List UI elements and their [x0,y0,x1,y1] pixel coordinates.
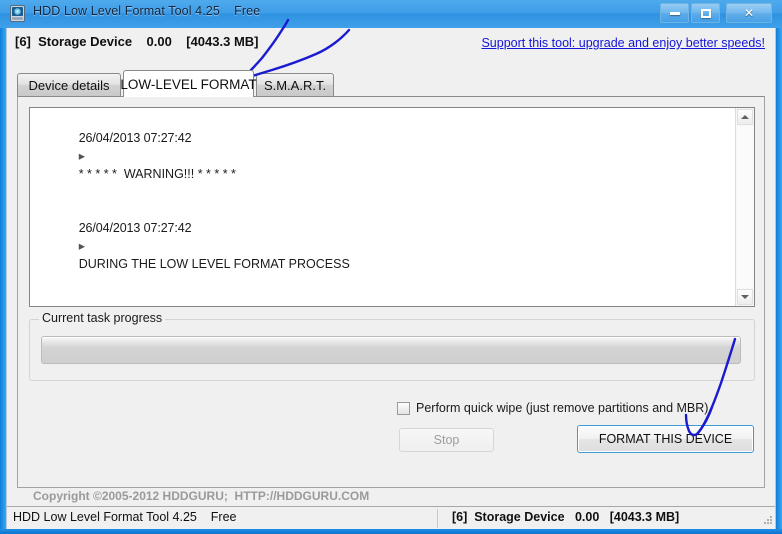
close-button[interactable]: ✕ [726,3,772,23]
device-info-header: [6] Storage Device 0.00 [4043.3 MB] [15,34,259,49]
status-bar-device-info: [6] Storage Device 0.00 [4043.3 MB] [452,510,680,524]
stop-button-label: Stop [433,433,460,447]
scrollbar-track[interactable] [737,126,753,288]
resize-grip-icon[interactable] [760,513,774,527]
format-this-device-label: FORMAT THIS DEVICE [598,432,733,446]
close-icon: ✕ [743,6,755,20]
tab-smart[interactable]: S.M.A.R.T. [256,73,334,96]
tab-device-details[interactable]: Device details [17,73,121,96]
tab-strip: Device details LOW-LEVEL FORMAT S.M.A.R.… [17,70,769,97]
log-listbox[interactable]: 26/04/2013 07:27:42 ▸ * * * * * WARNING!… [29,107,755,307]
log-timestamp: 26/04/2013 07:27:42 [78,131,192,145]
log-message: * * * * * WARNING!!! * * * * * [78,167,236,181]
quick-wipe-checkbox[interactable] [397,401,410,415]
quick-wipe-option[interactable]: Perform quick wipe (just remove partitio… [397,399,708,417]
log-lines: 26/04/2013 07:27:42 ▸ * * * * * WARNING!… [30,111,736,306]
format-this-device-button[interactable]: FORMAT THIS DEVICE [577,425,754,453]
quick-wipe-label: Perform quick wipe (just remove partitio… [416,401,709,415]
minimize-button[interactable] [660,3,689,23]
log-separator-icon: ▸ [78,149,85,163]
client-area: [6] Storage Device 0.00 [4043.3 MB] Supp… [6,28,776,529]
title-bar[interactable]: HDD Low Level Format Tool 4.25 Free ✕ [0,0,782,28]
tab-device-details-label: Device details [28,77,110,93]
progress-bar [41,336,741,364]
log-timestamp: 26/04/2013 07:27:42 [78,221,192,235]
tab-smart-label: S.M.A.R.T. [263,77,327,93]
maximize-icon [692,4,719,22]
tab-low-level-format-label: LOW-LEVEL FORMAT [120,76,257,92]
scroll-up-arrow-icon [741,115,749,119]
log-row: 26/04/2013 07:27:42 ▸ * * * * * WARNING!… [30,111,736,201]
status-bar-divider [437,509,438,528]
copyright-text: Copyright ©2005-2012 HDDGURU; HTTP://HDD… [33,489,370,503]
current-task-progress-group: Current task progress [29,311,755,381]
hdd-icon [10,5,25,22]
window-title: HDD Low Level Format Tool 4.25 Free [33,4,261,18]
tab-low-level-format[interactable]: LOW-LEVEL FORMAT [120,70,257,97]
log-message: DURING THE LOW LEVEL FORMAT PROCESS [78,257,350,271]
application-window: HDD Low Level Format Tool 4.25 Free ✕ [6… [0,0,782,534]
progress-group-label: Current task progress [39,311,166,325]
window-frame-right [776,0,782,534]
support-link[interactable]: Support this tool: upgrade and enjoy bet… [481,36,765,50]
status-bar: HDD Low Level Format Tool 4.25 Free [6] … [7,506,775,529]
minimize-icon [661,4,688,22]
tab-panel-low-level-format: 26/04/2013 07:27:42 ▸ * * * * * WARNING!… [17,96,765,488]
log-row: 26/04/2013 07:27:42 ▸ ALL DATA WILL BE F… [30,291,736,306]
log-row: 26/04/2013 07:27:42 ▸ DURING THE LOW LEV… [30,201,736,291]
scroll-down-button[interactable] [737,289,753,305]
scroll-up-button[interactable] [737,109,753,125]
log-vertical-scrollbar[interactable] [735,108,754,306]
maximize-button[interactable] [691,3,720,23]
stop-button[interactable]: Stop [399,428,494,452]
scroll-down-arrow-icon [741,295,749,299]
window-frame-bottom [0,529,782,534]
log-separator-icon: ▸ [78,239,85,253]
status-bar-app-name: HDD Low Level Format Tool 4.25 Free [13,510,237,524]
